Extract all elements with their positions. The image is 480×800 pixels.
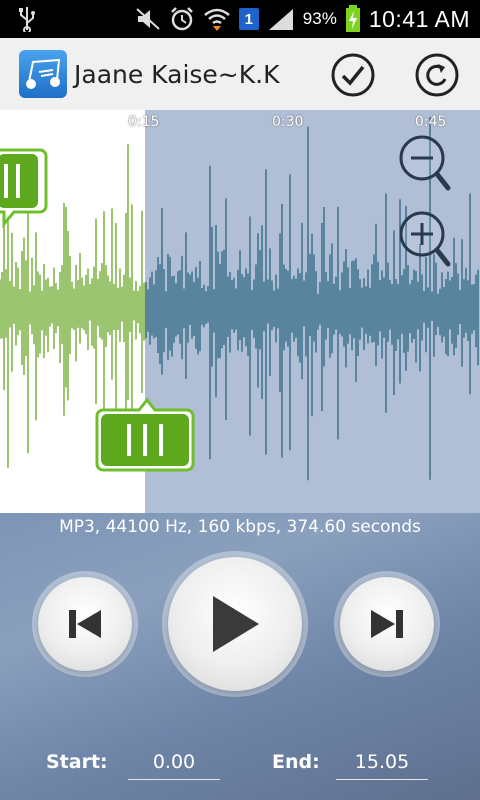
battery-percent: 93% [302, 9, 337, 28]
status-bar: 1 93% 10:41 AM [0, 0, 480, 38]
end-label: End: [272, 751, 320, 773]
start-handle-icon[interactable] [0, 146, 50, 228]
revert-icon[interactable] [414, 52, 460, 98]
timeline-label: 0:15 [128, 114, 160, 130]
clock: 10:41 AM [368, 5, 470, 32]
start-field[interactable]: 0.00 [128, 745, 220, 780]
check-icon[interactable] [330, 52, 376, 98]
end-handle-icon[interactable] [95, 396, 195, 474]
next-button[interactable] [340, 577, 434, 671]
play-icon [213, 596, 259, 652]
app-icon[interactable] [19, 50, 67, 98]
playback-controls: MP3, 44100 Hz, 160 kbps, 374.60 seconds … [0, 513, 480, 800]
end-field[interactable]: 15.05 [336, 745, 428, 780]
waveform-view[interactable]: 0:15 0:30 0:45 [0, 110, 480, 513]
file-info: MP3, 44100 Hz, 160 kbps, 374.60 seconds [59, 517, 421, 537]
wifi-icon [203, 7, 231, 31]
page-title: Jaane Kaise~K.K [74, 60, 280, 89]
previous-icon [69, 610, 101, 638]
zoom-out-icon[interactable] [398, 134, 452, 194]
timeline-label: 0:45 [415, 114, 447, 130]
play-button[interactable] [168, 557, 302, 691]
sim-badge-icon: 1 [238, 8, 259, 30]
next-icon [371, 610, 403, 638]
action-bar: Jaane Kaise~K.K [0, 38, 480, 111]
signal-icon [267, 7, 295, 31]
usb-icon [18, 6, 36, 32]
previous-button[interactable] [38, 577, 132, 671]
start-label: Start: [46, 751, 108, 773]
alarm-icon [169, 6, 195, 32]
zoom-in-icon[interactable] [398, 210, 452, 270]
mute-icon [135, 7, 161, 31]
battery-icon [345, 5, 361, 33]
timeline-label: 0:30 [272, 114, 304, 130]
